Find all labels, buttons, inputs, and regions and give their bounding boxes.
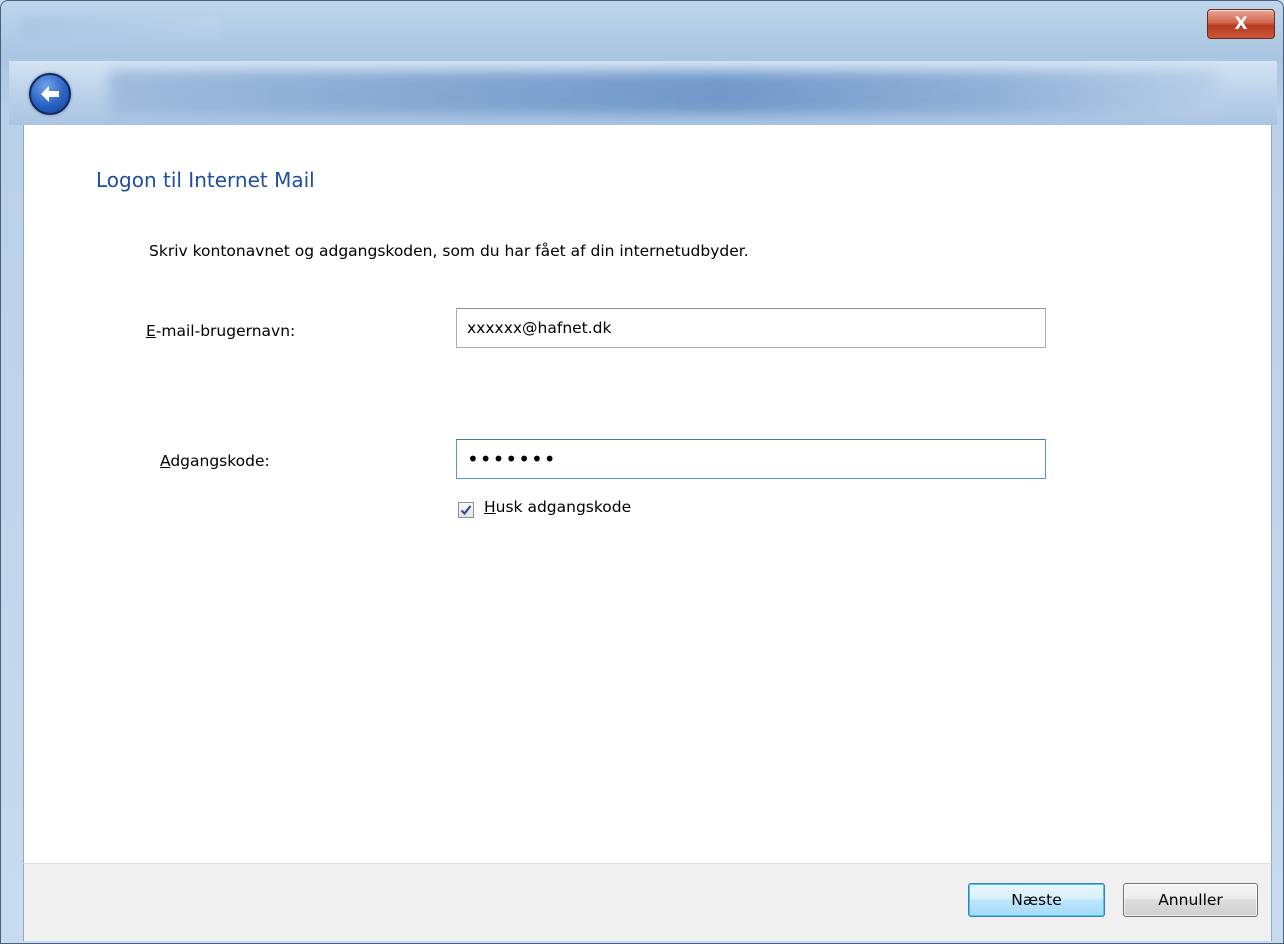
next-button-label: Næste [1011, 891, 1062, 909]
password-label: Adgangskode: [160, 452, 270, 470]
cancel-button-label: Annuller [1158, 891, 1223, 909]
dialog-window: X Logon til Internet Mail Skriv kontonav… [0, 0, 1284, 944]
window-title-blurred [21, 17, 221, 39]
remember-password-checkbox[interactable] [458, 502, 474, 518]
back-button[interactable] [29, 73, 71, 115]
next-button[interactable]: Næste [968, 883, 1105, 917]
close-button[interactable]: X [1207, 9, 1275, 39]
wizard-content: Logon til Internet Mail Skriv kontonavne… [23, 125, 1272, 863]
instruction-text: Skriv kontonavnet og adgangskoden, som d… [149, 242, 749, 260]
close-icon: X [1234, 14, 1248, 34]
cancel-button[interactable]: Annuller [1123, 883, 1258, 917]
email-label: E-mail-brugernavn: [146, 322, 296, 340]
remember-password-label[interactable]: Husk adgangskode [484, 498, 631, 516]
password-value: ••••••• [467, 447, 557, 471]
button-bar: Næste Annuller [23, 863, 1272, 941]
email-value: xxxxxx@hafnet.dk [467, 319, 612, 337]
page-title: Logon til Internet Mail [96, 168, 315, 192]
back-arrow-icon [41, 86, 59, 102]
blurred-background [109, 71, 1219, 115]
checkmark-icon [460, 505, 472, 516]
password-field[interactable]: ••••••• [456, 439, 1046, 479]
navigation-bar [9, 61, 1277, 125]
email-field[interactable]: xxxxxx@hafnet.dk [456, 308, 1046, 348]
